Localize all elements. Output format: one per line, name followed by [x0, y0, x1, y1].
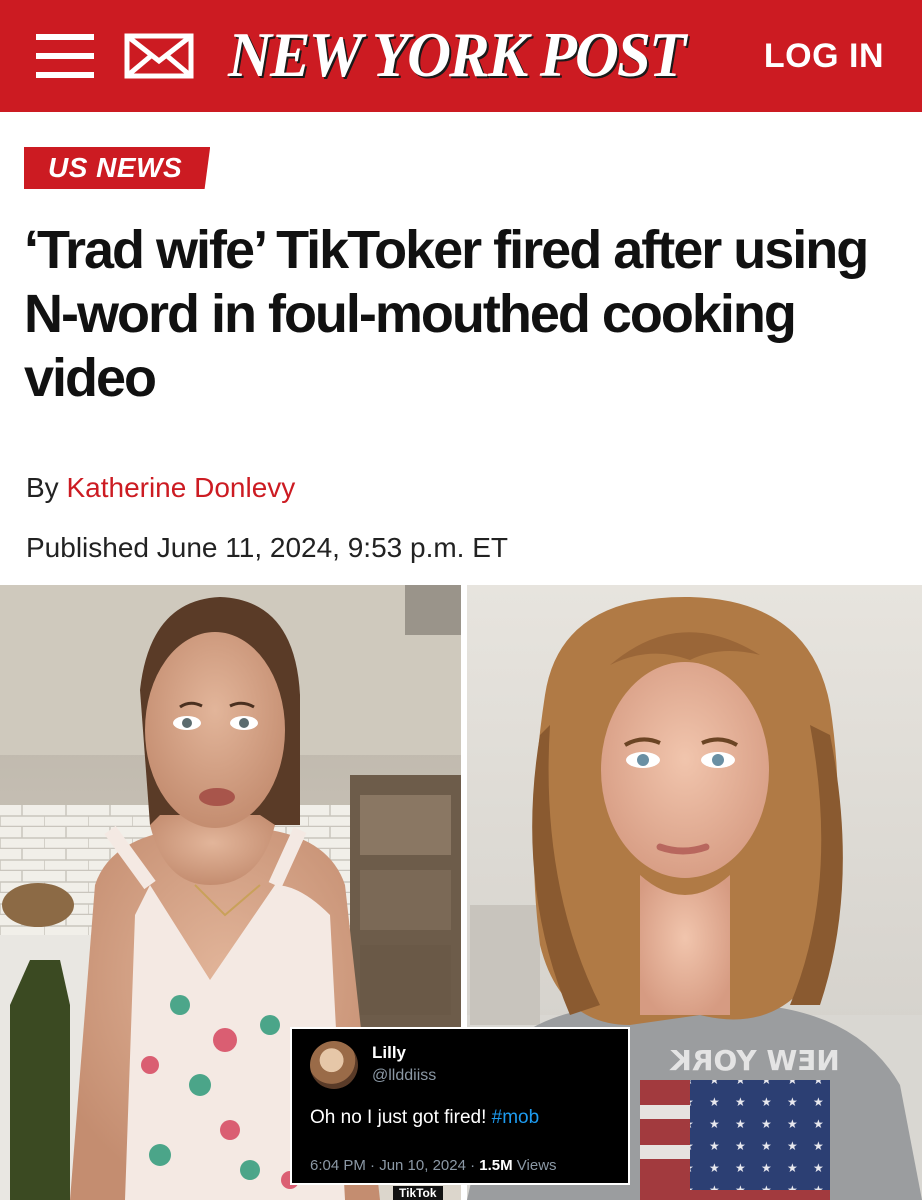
tweet-views-count: 1.5M [479, 1157, 513, 1174]
menu-icon[interactable] [36, 34, 94, 78]
tweet-meta: 6:04 PM · Jun 10, 2024 · 1.5M Views [310, 1157, 557, 1174]
tweet-text: Oh no I just got fired! #mob [310, 1107, 539, 1129]
tweet-hashtag-link[interactable]: #mob [492, 1107, 540, 1128]
tweet-views-label: Views [512, 1157, 557, 1174]
tweet-author-name: Lilly [372, 1043, 407, 1062]
byline: By Katherine Donlevy [26, 470, 295, 506]
top-navigation-bar: NEW YORK POST LOG IN [0, 0, 922, 112]
section-tag[interactable]: US NEWS [24, 147, 211, 189]
site-logo[interactable]: NEW YORK POST [228, 12, 686, 98]
tweet-timestamp: 6:04 PM · Jun 10, 2024 · [310, 1157, 480, 1174]
tweet-author-handle: @llddiiss [372, 1067, 437, 1084]
mail-icon[interactable] [124, 33, 194, 79]
login-button[interactable]: LOG IN [764, 34, 884, 78]
byline-prefix: By [26, 472, 59, 503]
tweet-body: Oh no I just got fired! [310, 1107, 487, 1128]
embedded-tweet[interactable]: Lilly @llddiiss Oh no I just got fired! … [290, 1027, 630, 1185]
tweet-avatar [310, 1041, 358, 1089]
published-date: Published June 11, 2024, 9:53 p.m. ET [26, 532, 509, 563]
shirt-text: NEW YORK [669, 1044, 840, 1077]
author-link[interactable]: Katherine Donlevy [66, 472, 295, 503]
article-headline: ‘Trad wife’ TikToker fired after using N… [24, 220, 869, 408]
tiktok-watermark: TikTok [393, 1186, 443, 1200]
